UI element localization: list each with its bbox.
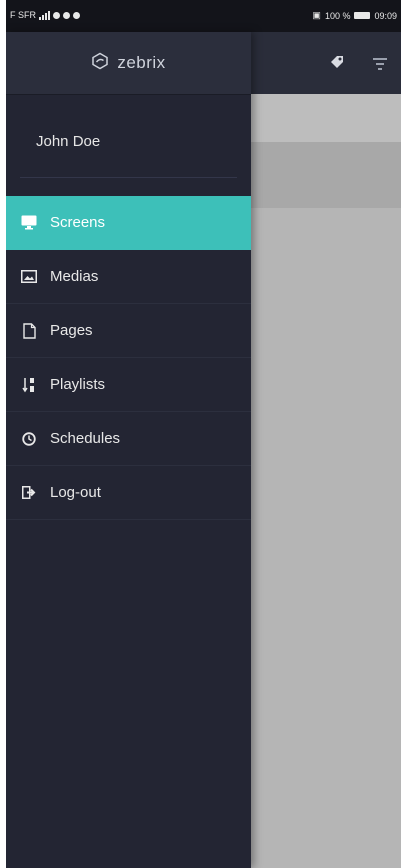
menu-item-label: Pages xyxy=(50,322,93,339)
menu-item-label: Medias xyxy=(50,268,99,285)
zebrix-logo-icon xyxy=(91,52,109,75)
clock-icon xyxy=(20,430,38,448)
menu-item-medias[interactable]: Medias xyxy=(6,250,251,304)
user-profile: John Doe xyxy=(20,95,237,178)
carrier-label: F SFR xyxy=(10,10,36,20)
notification-icon xyxy=(63,11,70,19)
brand-name: zebrix xyxy=(117,53,166,72)
user-name: John Doe xyxy=(36,133,101,150)
status-left: F SFR xyxy=(10,10,80,20)
app-toolbar xyxy=(251,32,401,94)
app-frame: F SFR ▣ 100 % 09:09 zebrix John Doe Scre… xyxy=(6,0,401,868)
image-icon xyxy=(20,268,38,286)
app-header-strip xyxy=(251,94,401,143)
sort-icon xyxy=(20,376,38,394)
menu-item-schedules[interactable]: Schedules xyxy=(6,412,251,466)
status-bar: F SFR ▣ 100 % 09:09 xyxy=(6,0,401,32)
nfc-icon: ▣ xyxy=(312,10,321,20)
signal-icon xyxy=(39,10,50,20)
logout-icon xyxy=(20,484,38,502)
drawer-header: zebrix xyxy=(6,32,251,95)
app-content-band xyxy=(251,142,401,208)
clock-time: 09:09 xyxy=(374,10,397,21)
status-right: ▣ 100 % 09:09 xyxy=(312,10,397,21)
menu-item-label: Log-out xyxy=(50,484,101,501)
battery-icon xyxy=(354,12,371,19)
menu-item-label: Playlists xyxy=(50,376,106,393)
tag-icon[interactable] xyxy=(329,54,345,75)
menu-item-screens[interactable]: Screens xyxy=(6,196,251,250)
menu-item-label: Screens xyxy=(50,214,106,231)
notification-icon xyxy=(53,11,60,19)
notification-icon xyxy=(73,11,80,19)
menu-item-playlists[interactable]: Playlists xyxy=(6,358,251,412)
menu-item-label: Schedules xyxy=(50,430,121,447)
navigation-drawer: zebrix John Doe Screens Medias Pages Pla… xyxy=(6,32,251,868)
menu-item-pages[interactable]: Pages xyxy=(6,304,251,358)
file-icon xyxy=(20,322,38,340)
filter-icon[interactable] xyxy=(373,57,387,75)
menu-item-logout[interactable]: Log-out xyxy=(6,466,251,520)
monitor-icon xyxy=(20,214,38,232)
app-body-scrim[interactable] xyxy=(251,208,401,868)
battery-percent: 100 % xyxy=(324,10,351,21)
drawer-menu: Screens Medias Pages Playlists Schedules… xyxy=(6,196,251,520)
